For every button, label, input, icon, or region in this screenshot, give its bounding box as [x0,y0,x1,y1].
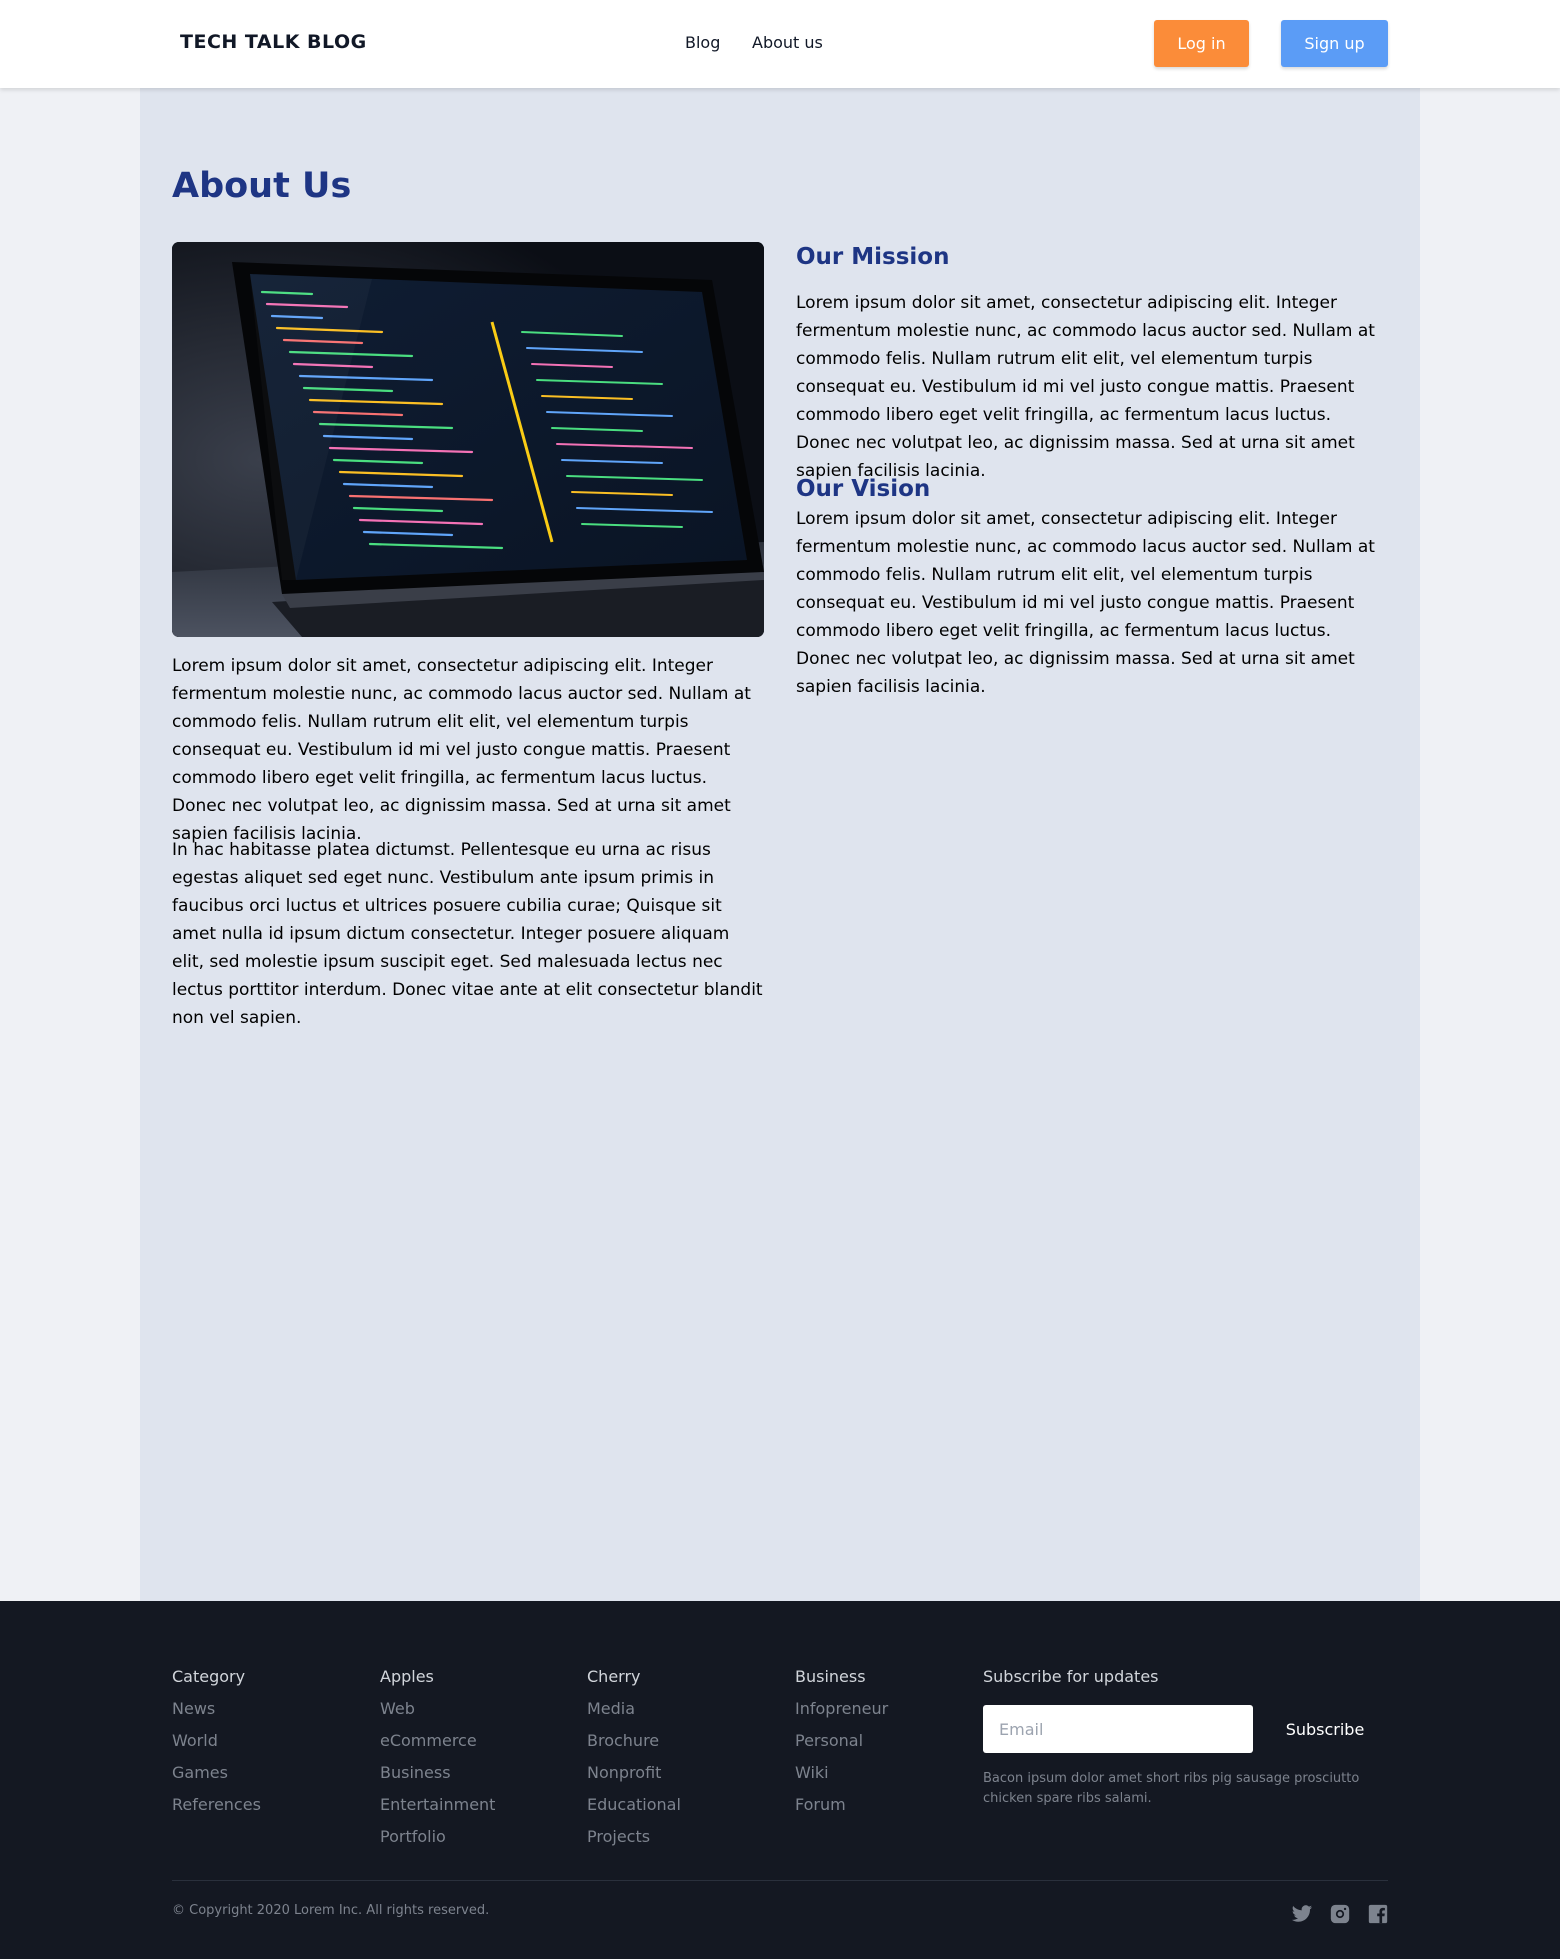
page-title: About Us [172,166,352,206]
footer-link-entertainment[interactable]: Entertainment [380,1795,495,1827]
intro-paragraph-2: In hac habitasse platea dictumst. Pellen… [172,840,763,1028]
footer-column-title: Business [795,1667,866,1686]
footer-link-infopreneur[interactable]: Infopreneur [795,1699,888,1731]
footer-link-forum[interactable]: Forum [795,1795,888,1827]
signup-button[interactable]: Sign up [1281,20,1388,67]
footer-link-portfolio[interactable]: Portfolio [380,1827,495,1859]
footer-link-wiki[interactable]: Wiki [795,1763,888,1795]
footer-link-projects[interactable]: Projects [587,1827,681,1859]
footer-link-ecommerce[interactable]: eCommerce [380,1731,495,1763]
facebook-icon[interactable] [1367,1903,1389,1925]
subscribe-note: Bacon ipsum dolor amet short ribs pig sa… [983,1771,1360,1806]
footer-link-personal[interactable]: Personal [795,1731,888,1763]
intro-paragraph-1: Lorem ipsum dolor sit amet, consectetur … [172,656,751,844]
laptop-code-image [172,242,764,637]
subscribe-heading: Subscribe for updates [983,1667,1159,1686]
footer-column-title: Category [172,1667,246,1686]
mission-paragraph: Lorem ipsum dolor sit amet, consectetur … [796,293,1375,481]
subscribe-button[interactable]: Subscribe [1267,1705,1383,1753]
footer-column-category: Category News World Games References [172,1667,261,1827]
brand-logo[interactable]: TECH TALK BLOG [180,31,367,53]
footer-link-news[interactable]: News [172,1699,261,1731]
vision-paragraph: Lorem ipsum dolor sit amet, consectetur … [796,509,1375,697]
footer-link-educational[interactable]: Educational [587,1795,681,1827]
footer-column-title: Cherry [587,1667,641,1686]
footer-link-web[interactable]: Web [380,1699,495,1731]
footer-column-cherry: Cherry Media Brochure Nonprofit Educatio… [587,1667,681,1859]
footer-divider [172,1880,1388,1881]
twitter-icon[interactable] [1291,1903,1313,1925]
instagram-icon[interactable] [1329,1903,1351,1925]
footer-link-nonprofit[interactable]: Nonprofit [587,1763,681,1795]
mission-heading: Our Mission [796,244,950,270]
footer-link-brochure[interactable]: Brochure [587,1731,681,1763]
footer-column-title: Apples [380,1667,434,1686]
nav-link-blog[interactable]: Blog [685,33,720,52]
site-header: TECH TALK BLOG Blog About us Log in Sign… [0,0,1560,88]
footer-link-references[interactable]: References [172,1795,261,1827]
footer-column-business: Business Infopreneur Personal Wiki Forum [795,1667,888,1827]
footer-link-business[interactable]: Business [380,1763,495,1795]
footer-link-media[interactable]: Media [587,1699,681,1731]
vision-heading: Our Vision [796,476,931,502]
login-button[interactable]: Log in [1154,20,1249,67]
footer-column-apples: Apples Web eCommerce Business Entertainm… [380,1667,495,1859]
nav-link-about[interactable]: About us [752,33,823,52]
email-field[interactable] [983,1705,1253,1753]
footer-link-world[interactable]: World [172,1731,261,1763]
copyright-text: © Copyright 2020 Lorem Inc. All rights r… [172,1903,490,1918]
footer-link-games[interactable]: Games [172,1763,261,1795]
